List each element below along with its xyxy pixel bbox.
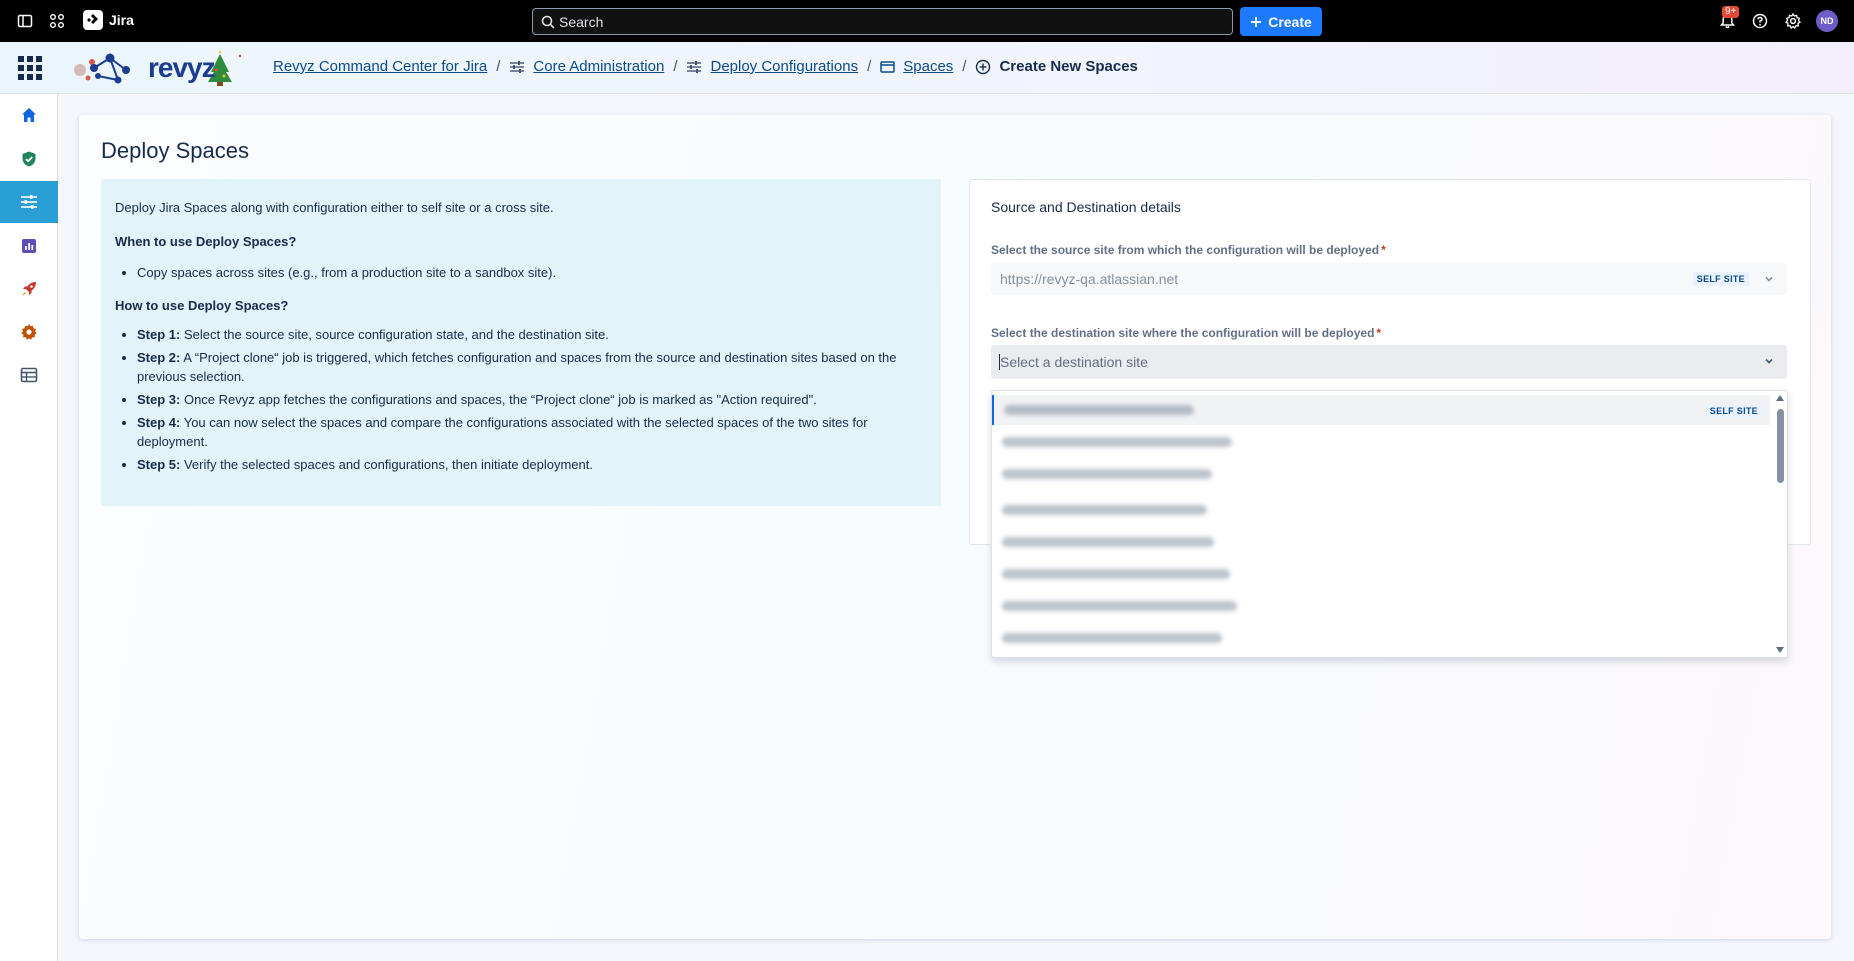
steps-list: Step 1: Select the source site, source c…: [115, 325, 927, 474]
dropdown-option[interactable]: [992, 591, 1770, 621]
table-icon: [20, 367, 38, 383]
dropdown-option[interactable]: [992, 623, 1770, 653]
step-item: Step 5: Verify the selected spaces and c…: [137, 455, 927, 474]
sidebar-item-deploy-configurations[interactable]: [0, 181, 58, 223]
step-item: Step 1: Select the source site, source c…: [137, 325, 927, 344]
top-navigation-bar: Jira Search Create 9+ ND: [0, 0, 1854, 42]
how-to-use-heading: How to use Deploy Spaces?: [115, 298, 289, 313]
destination-site-select[interactable]: Select a destination site: [991, 345, 1787, 379]
source-site-select[interactable]: https://revyz-qa.atlassian.net SELF SITE: [991, 263, 1787, 295]
sliders-icon: [686, 60, 702, 74]
when-to-use-heading: When to use Deploy Spaces?: [115, 234, 297, 249]
notifications-badge: 9+: [1722, 6, 1740, 18]
bar-chart-icon: [22, 239, 36, 253]
breadcrumb: Revyz Command Center for Jira / Core Adm…: [273, 58, 1138, 75]
search-placeholder: Search: [559, 13, 604, 30]
window-icon: [880, 60, 895, 74]
dropdown-option[interactable]: [992, 559, 1770, 589]
dropdown-option[interactable]: [992, 459, 1770, 489]
dropdown-scrollbar[interactable]: [1774, 393, 1786, 655]
source-site-value: https://revyz-qa.atlassian.net: [1000, 271, 1179, 287]
source-site-label: Select the source site from which the co…: [991, 243, 1386, 257]
shield-check-icon: [22, 151, 36, 167]
step-item: Step 3: Once Revyz app fetches the confi…: [137, 390, 927, 409]
destination-site-placeholder: Select a destination site: [1000, 354, 1148, 370]
sliders-icon: [509, 60, 525, 74]
breadcrumb-deploy-configurations[interactable]: Deploy Configurations: [710, 58, 858, 75]
jira-app-name: Jira: [109, 12, 134, 28]
jira-logo-icon: [83, 10, 103, 30]
dropdown-option[interactable]: [992, 527, 1770, 557]
create-button[interactable]: Create: [1240, 7, 1322, 36]
page-title: Deploy Spaces: [101, 138, 249, 163]
destination-site-dropdown[interactable]: SELF SITE: [991, 390, 1788, 658]
sidebar-toggle-icon[interactable]: [14, 10, 36, 32]
breadcrumb-spaces[interactable]: Spaces: [903, 58, 953, 75]
revyz-logo[interactable]: revyz: [70, 48, 250, 88]
self-site-badge: SELF SITE: [1705, 404, 1762, 418]
step-item: Step 4: You can now select the spaces an…: [137, 413, 927, 451]
search-icon: [541, 15, 555, 29]
dropdown-option[interactable]: [992, 427, 1770, 457]
breadcrumb-create-new-spaces: Create New Spaces: [999, 58, 1138, 75]
sidebar-item-security[interactable]: [0, 138, 58, 180]
scroll-down-arrow-icon[interactable]: [1776, 647, 1784, 653]
chevron-down-icon: [1765, 276, 1773, 282]
app-switcher-icon[interactable]: [46, 10, 68, 32]
jira-logo[interactable]: Jira: [83, 10, 134, 30]
sliders-icon: [21, 195, 37, 209]
settings-gear-icon[interactable]: [1782, 10, 1804, 32]
self-site-badge: SELF SITE: [1692, 272, 1749, 286]
sidebar-item-home[interactable]: [0, 94, 58, 136]
sidebar-item-reports[interactable]: [0, 225, 58, 267]
breadcrumb-revyz-command-center[interactable]: Revyz Command Center for Jira: [273, 58, 487, 75]
breadcrumb-core-administration[interactable]: Core Administration: [533, 58, 664, 75]
user-avatar[interactable]: ND: [1816, 10, 1838, 32]
info-panel: Deploy Jira Spaces along with configurat…: [101, 179, 941, 506]
help-icon[interactable]: [1749, 10, 1771, 32]
sidebar-item-tables[interactable]: [0, 354, 58, 396]
destination-site-label: Select the destination site where the co…: [991, 326, 1382, 340]
list-item: Copy spaces across sites (e.g., from a p…: [137, 263, 927, 282]
scroll-up-arrow-icon[interactable]: [1776, 395, 1784, 401]
sidebar-item-deployments[interactable]: [0, 268, 58, 310]
dropdown-option[interactable]: SELF SITE: [992, 395, 1770, 425]
app-menu-grid-icon[interactable]: [18, 56, 42, 80]
scroll-thumb[interactable]: [1777, 409, 1784, 483]
home-icon: [22, 108, 36, 122]
revyz-logo-text: revyz: [148, 52, 216, 83]
dropdown-option[interactable]: [992, 495, 1770, 525]
search-input[interactable]: Search: [532, 8, 1233, 35]
rocket-icon: [22, 282, 36, 296]
when-to-use-list: Copy spaces across sites (e.g., from a p…: [115, 263, 927, 282]
add-circle-icon: [975, 59, 991, 75]
info-intro: Deploy Jira Spaces along with configurat…: [115, 200, 554, 215]
gear-icon: [21, 324, 37, 340]
step-item: Step 2: A “Project clone“ job is trigger…: [137, 348, 927, 386]
chevron-down-icon: [1765, 358, 1773, 364]
panel-title: Source and Destination details: [991, 199, 1181, 215]
create-button-label: Create: [1268, 13, 1312, 30]
plus-icon: [1251, 16, 1262, 27]
app-header: revyz Revyz Command Center for Jira / Co…: [0, 42, 1854, 94]
sidebar-item-settings[interactable]: [0, 311, 58, 353]
